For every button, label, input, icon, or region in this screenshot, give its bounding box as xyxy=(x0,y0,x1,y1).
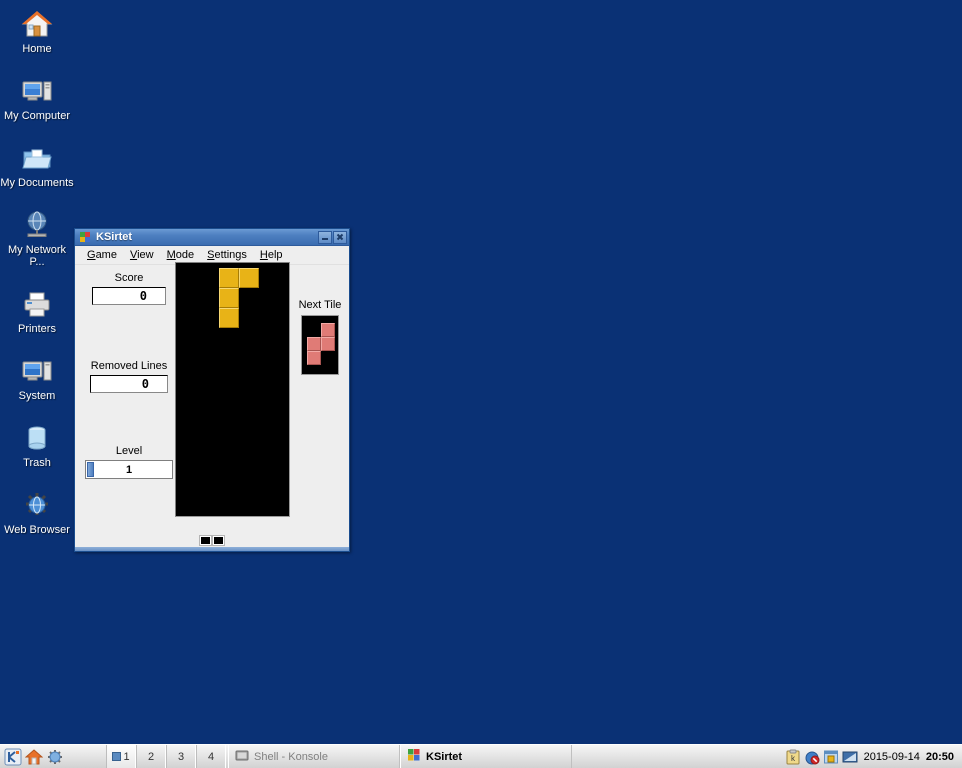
desktop-icon-trash[interactable]: Trash xyxy=(0,418,74,471)
task-label: KSirtet xyxy=(426,750,463,763)
virtual-desktop-pager[interactable]: 1 2 3 4 xyxy=(106,745,226,768)
status-indicator xyxy=(212,534,225,546)
desktop-icon-my-network-places[interactable]: My Network P... xyxy=(0,205,74,270)
tetromino-cell xyxy=(219,268,239,288)
level-block: Level 1 xyxy=(85,445,173,479)
taskbar-clock[interactable]: 2015-09-14 20:50 xyxy=(864,745,962,768)
pager-label: 2 xyxy=(147,750,155,763)
next-tile-block: Next Tile xyxy=(294,299,346,375)
task-label: Shell - Konsole xyxy=(254,750,328,763)
pager-desktop-3[interactable]: 3 xyxy=(166,745,196,768)
score-value: 0 xyxy=(92,287,166,305)
kmenu-icon[interactable] xyxy=(4,748,22,766)
desktop-icon-label: System xyxy=(18,390,56,402)
desktop-icon-label: My Documents xyxy=(0,177,74,189)
desktop-icon-system[interactable]: System xyxy=(0,351,74,404)
tetromino-cell xyxy=(239,268,259,288)
minimize-button[interactable] xyxy=(318,230,332,244)
computer-icon xyxy=(20,75,54,107)
tetromino-cell xyxy=(219,288,239,308)
removed-lines-block: Removed Lines 0 xyxy=(90,360,168,393)
menu-help[interactable]: Help xyxy=(254,247,290,263)
clock-time: 20:50 xyxy=(925,750,954,763)
taskbar[interactable]: 1 2 3 4 Shell - Konsole KSirtet k 2015-0… xyxy=(0,744,962,768)
level-value: 1 xyxy=(125,463,133,476)
desktop-icon-label: My Network P... xyxy=(7,244,67,268)
ksirtet-body: Score 0 Removed Lines 0 Level 1 Next Til… xyxy=(75,262,349,551)
clock-date: 2015-09-14 xyxy=(863,750,920,763)
desktop-icon-label: Home xyxy=(22,43,52,55)
home-folder-icon[interactable] xyxy=(24,748,44,766)
tetromino-cell xyxy=(307,351,321,365)
pager-label: 1 xyxy=(123,750,130,763)
ksirtet-app-icon xyxy=(407,748,421,765)
pager-preview-icon xyxy=(112,752,122,761)
tetromino-cell xyxy=(321,323,335,337)
tetromino-cell xyxy=(307,337,321,351)
desktop-icon-my-documents[interactable]: My Documents xyxy=(0,138,74,191)
window-list-icon[interactable] xyxy=(823,749,839,765)
menu-view[interactable]: View xyxy=(124,247,161,263)
pager-label: 3 xyxy=(177,750,185,763)
level-slider[interactable]: 1 xyxy=(85,460,173,479)
level-slider-handle[interactable] xyxy=(87,462,94,477)
desktop-icon-label: My Computer xyxy=(3,110,71,122)
close-button[interactable] xyxy=(333,230,347,244)
network-globe-icon xyxy=(20,209,54,241)
desktop-icon-label: Printers xyxy=(18,323,56,335)
web-browser-icon xyxy=(20,489,54,521)
menu-game[interactable]: Game xyxy=(81,247,124,263)
kget-drop-icon[interactable] xyxy=(804,749,820,765)
score-block: Score 0 xyxy=(92,272,166,305)
menu-settings[interactable]: Settings xyxy=(201,247,254,263)
desktop-icon-area: Home My Computer My Documents My Network… xyxy=(0,0,74,538)
klipper-clipboard-icon[interactable]: k xyxy=(785,749,801,765)
konsole-icon xyxy=(235,748,249,765)
menu-mode[interactable]: Mode xyxy=(161,247,202,263)
pager-desktop-2[interactable]: 2 xyxy=(136,745,166,768)
removed-lines-value: 0 xyxy=(90,375,168,393)
desktop-icon-my-computer[interactable]: My Computer xyxy=(0,71,74,124)
desktop-icon-web-browser[interactable]: Web Browser xyxy=(0,485,74,538)
system-computer-icon xyxy=(20,355,54,387)
status-indicator xyxy=(199,534,212,546)
documents-folder-icon xyxy=(20,142,54,174)
system-tray: k xyxy=(781,745,864,768)
pager-desktop-1[interactable]: 1 xyxy=(106,745,136,768)
web-browser-icon[interactable] xyxy=(46,748,64,766)
ksirtet-app-icon xyxy=(79,231,92,244)
removed-lines-label: Removed Lines xyxy=(90,360,168,372)
display-settings-icon[interactable] xyxy=(842,749,858,765)
printer-icon xyxy=(20,288,54,320)
next-tile-label: Next Tile xyxy=(298,299,342,311)
ksirtet-window[interactable]: KSirtet Game View Mode Settings Help Sco… xyxy=(74,228,350,552)
task-button-ksirtet[interactable]: KSirtet xyxy=(400,745,572,768)
score-label: Score xyxy=(114,272,144,284)
tetromino-cell xyxy=(219,308,239,328)
desktop-icon-home[interactable]: Home xyxy=(0,4,74,57)
game-board[interactable] xyxy=(175,262,290,517)
pager-desktop-4[interactable]: 4 xyxy=(196,745,226,768)
desktop-icon-printers[interactable]: Printers xyxy=(0,284,74,337)
trash-icon xyxy=(20,422,54,454)
window-titlebar[interactable]: KSirtet xyxy=(75,229,349,246)
next-tile-preview xyxy=(301,315,339,375)
tetromino-cell xyxy=(321,337,335,351)
window-resize-grip[interactable] xyxy=(75,547,349,551)
desktop-icon-label: Trash xyxy=(23,457,51,469)
window-title: KSirtet xyxy=(96,231,133,243)
status-bar xyxy=(75,533,349,547)
level-label: Level xyxy=(115,445,143,457)
desktop-icon-label: Web Browser xyxy=(4,524,70,536)
task-button-konsole[interactable]: Shell - Konsole xyxy=(228,745,400,768)
quick-launch-area xyxy=(0,745,68,768)
home-icon xyxy=(20,8,54,40)
pager-label: 4 xyxy=(207,750,215,763)
task-list: Shell - Konsole KSirtet xyxy=(228,745,781,768)
